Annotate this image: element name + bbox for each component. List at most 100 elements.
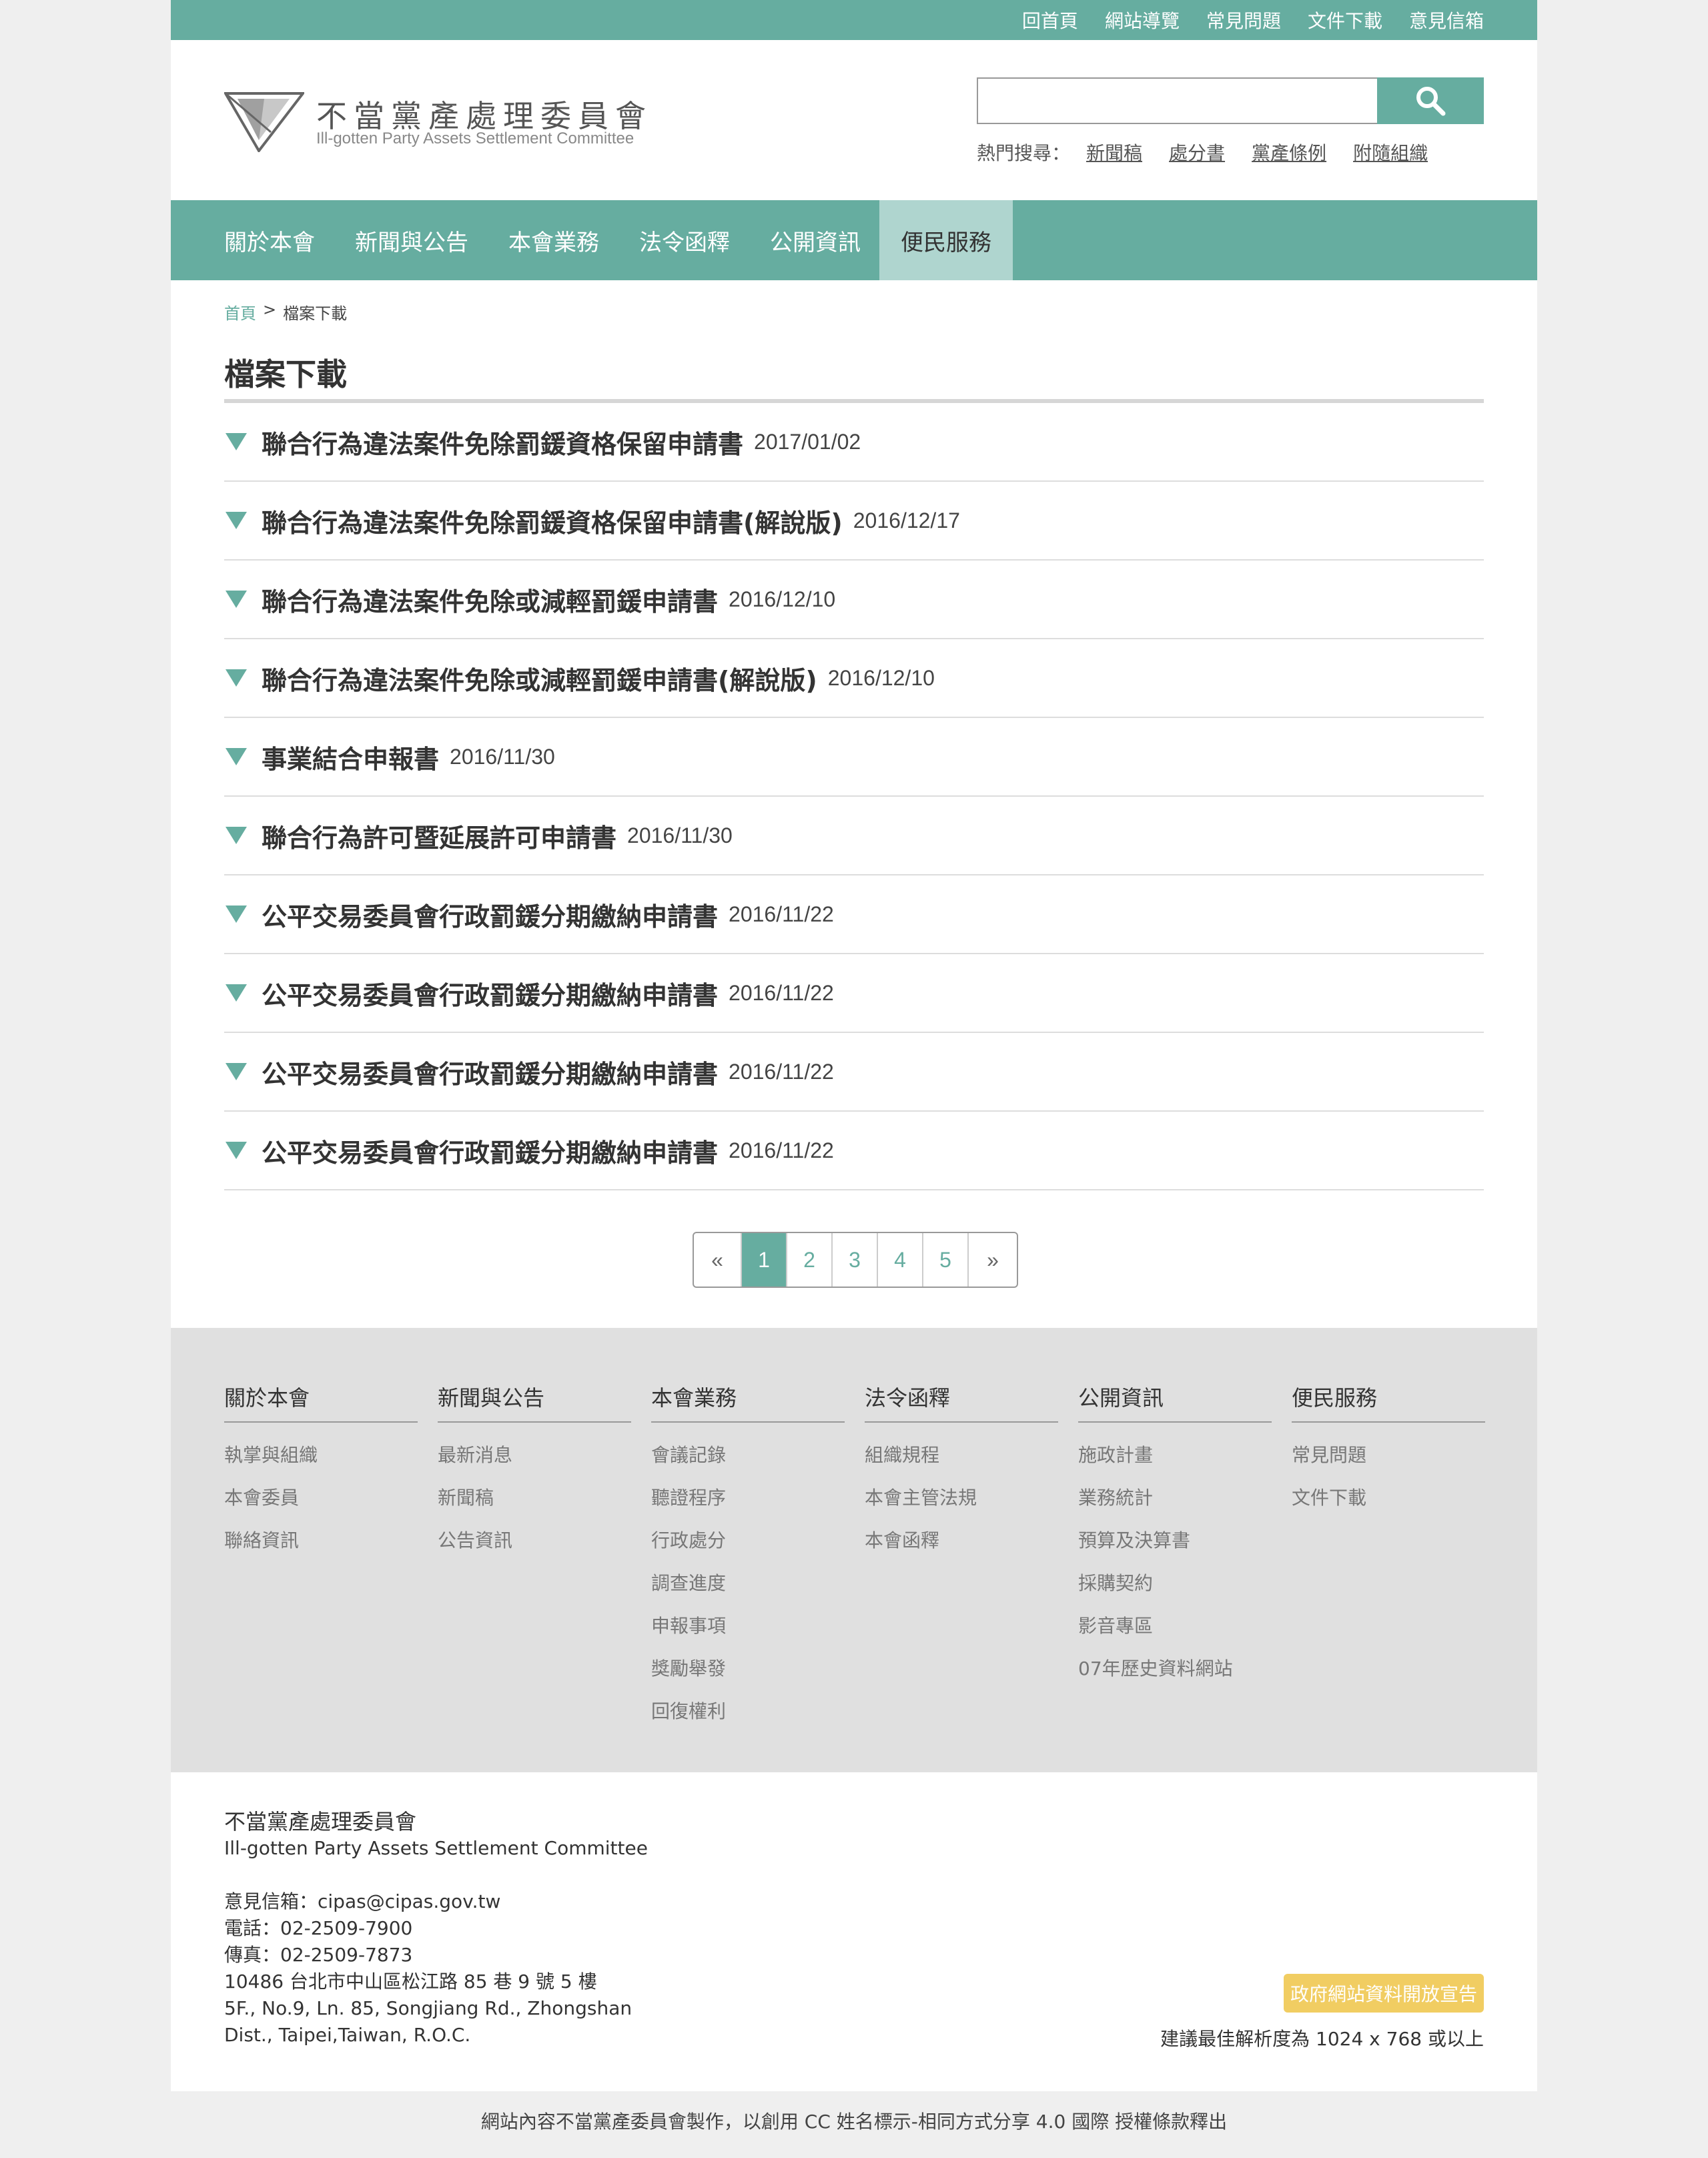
file-name[interactable]: 公平交易委員會行政罰鍰分期繳納申請書 (262, 975, 718, 1012)
sitemap-link[interactable]: 採購契約 (1078, 1572, 1272, 1595)
sitemap-link[interactable]: 聽證程序 (651, 1487, 845, 1509)
sitemap-heading[interactable]: 便民服務 (1292, 1381, 1485, 1423)
sitemap-link[interactable]: 影音專區 (1078, 1615, 1272, 1638)
hot-search-link[interactable]: 附隨組織 (1353, 139, 1428, 165)
file-list-item[interactable]: 聯合行為違法案件免除或減輕罰鍰申請書(解說版) 2016/12/10 (224, 639, 1484, 718)
pagination-page[interactable]: 1 (742, 1233, 787, 1287)
breadcrumb: 首頁 > 檔案下載 (224, 300, 347, 324)
file-list-item[interactable]: 公平交易委員會行政罰鍰分期繳納申請書 2016/11/22 (224, 954, 1484, 1033)
footer-sitemap: 關於本會執掌與組織本會委員聯絡資訊 新聞與公告最新消息新聞稿公告資訊 本會業務會議記… (171, 1328, 1537, 1772)
sitemap-heading[interactable]: 法令函釋 (865, 1381, 1058, 1423)
file-name[interactable]: 聯合行為違法案件免除罰鍰資格保留申請書 (262, 424, 743, 460)
sitemap-link[interactable]: 常見問題 (1292, 1444, 1485, 1467)
file-name[interactable]: 公平交易委員會行政罰鍰分期繳納申請書 (262, 1054, 718, 1090)
file-name[interactable]: 公平交易委員會行政罰鍰分期繳納申請書 (262, 1132, 718, 1169)
search-input[interactable] (977, 77, 1377, 124)
sitemap-link[interactable]: 新聞稿 (438, 1487, 631, 1509)
open-data-badge[interactable]: 政府網站資料開放宣告 (1284, 1974, 1484, 2013)
file-date: 2016/11/22 (729, 1059, 834, 1084)
file-list-item[interactable]: 聯合行為違法案件免除罰鍰資格保留申請書(解說版) 2016/12/17 (224, 482, 1484, 561)
triangle-down-icon (226, 827, 247, 844)
footer-phone: 電話：02-2509-7900 (224, 1917, 413, 1939)
sitemap-link[interactable]: 本會函釋 (865, 1529, 1058, 1552)
triangle-down-icon (226, 512, 247, 529)
sitemap-link[interactable]: 執掌與組織 (224, 1444, 418, 1467)
sitemap-link[interactable]: 07年歷史資料網站 (1078, 1658, 1272, 1680)
hot-search-link[interactable]: 處分書 (1169, 139, 1225, 165)
file-list-item[interactable]: 公平交易委員會行政罰鍰分期繳納申請書 2016/11/22 (224, 1112, 1484, 1190)
nav-item-business[interactable]: 本會業務 (495, 200, 612, 280)
file-list-item[interactable]: 公平交易委員會行政罰鍰分期繳納申請書 2016/11/22 (224, 875, 1484, 954)
pagination-next[interactable]: » (969, 1233, 1017, 1287)
triangle-down-icon (226, 984, 247, 1002)
file-list-item[interactable]: 聯合行為違法案件免除罰鍰資格保留申請書 2017/01/02 (224, 403, 1484, 482)
sitemap-link[interactable]: 聯絡資訊 (224, 1529, 418, 1552)
sitemap-heading[interactable]: 關於本會 (224, 1381, 418, 1423)
footer-org-name-zh: 不當黨產處理委員會 (224, 1809, 417, 1834)
nav-item-news[interactable]: 新聞與公告 (342, 200, 482, 280)
sitemap-link[interactable]: 本會委員 (224, 1487, 418, 1509)
triangle-down-icon (226, 1142, 247, 1159)
file-list-item[interactable]: 聯合行為違法案件免除或減輕罰鍰申請書 2016/12/10 (224, 561, 1484, 639)
breadcrumb-separator: > (263, 300, 277, 319)
triangle-down-icon (226, 433, 247, 450)
sitemap-heading[interactable]: 新聞與公告 (438, 1381, 631, 1423)
file-name[interactable]: 聯合行為許可暨延展許可申請書 (262, 817, 616, 854)
nav-item-public-info[interactable]: 公開資訊 (757, 200, 874, 280)
breadcrumb-home[interactable]: 首頁 (224, 300, 256, 324)
sitemap-link[interactable]: 文件下載 (1292, 1487, 1485, 1509)
file-date: 2016/12/10 (729, 587, 836, 611)
footer-address-en-line1: 5F., No.9, Ln. 85, Songjiang Rd., Zhongs… (224, 1997, 632, 2019)
file-name[interactable]: 公平交易委員會行政罰鍰分期繳納申請書 (262, 896, 718, 933)
pagination-page[interactable]: 4 (878, 1233, 923, 1287)
footer-spacer (224, 1862, 648, 1888)
footer-org-name-en: Ill-gotten Party Assets Settlement Commi… (224, 1837, 648, 1859)
file-date: 2017/01/02 (754, 429, 861, 454)
file-list-item[interactable]: 公平交易委員會行政罰鍰分期繳納申請書 2016/11/22 (224, 1033, 1484, 1112)
hot-search-link[interactable]: 新聞稿 (1086, 139, 1142, 165)
file-name[interactable]: 聯合行為違法案件免除罰鍰資格保留申請書(解說版) (262, 502, 843, 539)
sitemap-link[interactable]: 業務統計 (1078, 1487, 1272, 1509)
page: 回首頁 網站導覽 常見問題 文件下載 意見信箱 不當黨產處理委員會 Ill-go… (171, 0, 1537, 2091)
sitemap-heading[interactable]: 公開資訊 (1078, 1381, 1272, 1423)
file-list: 聯合行為違法案件免除罰鍰資格保留申請書 2017/01/02 聯合行為違法案件免除罰… (224, 403, 1484, 1190)
file-name[interactable]: 聯合行為違法案件免除或減輕罰鍰申請書 (262, 581, 718, 618)
utility-link-feedback[interactable]: 意見信箱 (1409, 7, 1484, 33)
search-button[interactable] (1377, 77, 1484, 124)
file-list-item[interactable]: 事業結合申報書 2016/11/30 (224, 718, 1484, 797)
search-bar (977, 77, 1484, 124)
utility-link-faq[interactable]: 常見問題 (1206, 7, 1281, 33)
sitemap-link[interactable]: 會議記錄 (651, 1444, 845, 1467)
pagination-page[interactable]: 5 (923, 1233, 969, 1287)
sitemap-link[interactable]: 組織規程 (865, 1444, 1058, 1467)
pagination-page[interactable]: 2 (787, 1233, 833, 1287)
footer-address-en-line2: Dist., Taipei,Taiwan, R.O.C. (224, 2024, 471, 2046)
file-date: 2016/11/22 (729, 980, 834, 1005)
sitemap-link[interactable]: 獎勵舉發 (651, 1658, 845, 1680)
file-list-item[interactable]: 聯合行為許可暨延展許可申請書 2016/11/30 (224, 797, 1484, 875)
sitemap-link[interactable]: 調查進度 (651, 1572, 845, 1595)
file-date: 2016/12/17 (853, 508, 960, 532)
nav-item-about[interactable]: 關於本會 (211, 200, 328, 280)
sitemap-link[interactable]: 申報事項 (651, 1615, 845, 1638)
sitemap-link[interactable]: 本會主管法規 (865, 1487, 1058, 1509)
utility-link-home[interactable]: 回首頁 (1022, 7, 1078, 33)
sitemap-link[interactable]: 公告資訊 (438, 1529, 631, 1552)
utility-links: 回首頁 網站導覽 常見問題 文件下載 意見信箱 (1022, 0, 1484, 40)
utility-link-sitemap[interactable]: 網站導覽 (1105, 7, 1180, 33)
sitemap-link[interactable]: 行政處分 (651, 1529, 845, 1552)
hot-search-link[interactable]: 黨產條例 (1252, 139, 1326, 165)
utility-link-downloads[interactable]: 文件下載 (1308, 7, 1382, 33)
pagination-prev[interactable]: « (694, 1233, 742, 1287)
sitemap-heading[interactable]: 本會業務 (651, 1381, 845, 1423)
sitemap-link[interactable]: 預算及決算書 (1078, 1529, 1272, 1552)
site-logo[interactable]: 不當黨產處理委員會 Ill-gotten Party Assets Settle… (224, 92, 731, 152)
pagination-page[interactable]: 3 (833, 1233, 878, 1287)
nav-item-services[interactable]: 便民服務 (879, 200, 1013, 280)
file-name[interactable]: 聯合行為違法案件免除或減輕罰鍰申請書(解說版) (262, 660, 817, 697)
nav-item-laws[interactable]: 法令函釋 (626, 200, 743, 280)
sitemap-link[interactable]: 施政計畫 (1078, 1444, 1272, 1467)
sitemap-link[interactable]: 回復權利 (651, 1700, 845, 1723)
file-name[interactable]: 事業結合申報書 (262, 739, 439, 775)
sitemap-link[interactable]: 最新消息 (438, 1444, 631, 1467)
